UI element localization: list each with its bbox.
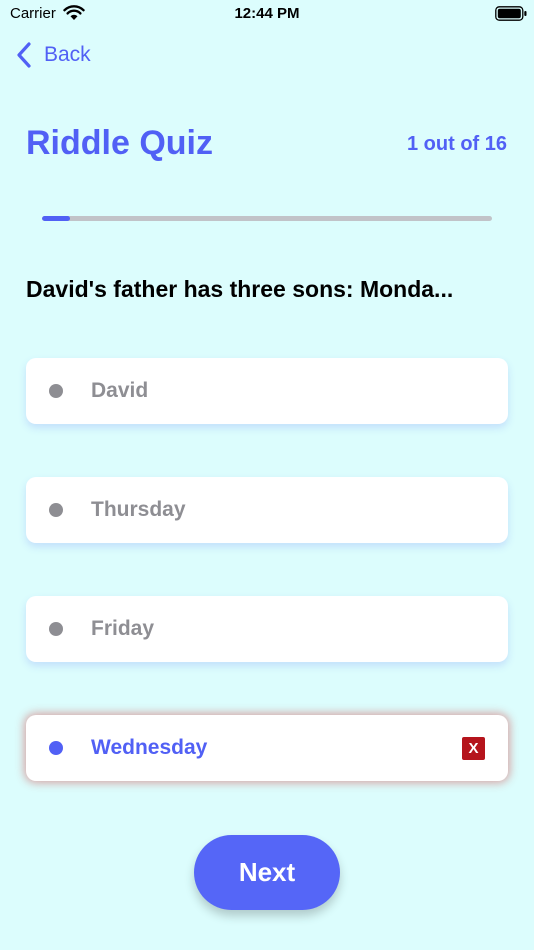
wrong-answer-icon: X: [462, 737, 485, 760]
answer-option-wednesday[interactable]: Wednesday X: [26, 715, 508, 781]
status-bar: Carrier 12:44 PM: [0, 0, 534, 28]
progress-count: 1 out of 16: [406, 133, 507, 155]
answer-option-friday[interactable]: Friday: [26, 596, 508, 662]
radio-dot-icon: [49, 384, 63, 398]
answer-option-thursday[interactable]: Thursday: [26, 477, 508, 543]
clock: 12:44 PM: [234, 5, 300, 22]
chevron-left-icon: [17, 42, 31, 68]
answer-label: Friday: [91, 617, 155, 640]
back-button[interactable]: Back: [16, 40, 91, 70]
back-label: Back: [44, 43, 91, 66]
next-button[interactable]: Next: [194, 835, 340, 910]
radio-dot-icon: [49, 741, 63, 755]
answer-label: Thursday: [91, 498, 186, 521]
progress-fill: [42, 216, 71, 221]
answer-label: David: [91, 379, 149, 402]
page-title: Riddle Quiz: [26, 124, 213, 162]
battery-icon: [495, 6, 527, 21]
radio-dot-icon: [49, 622, 63, 636]
answer-option-david[interactable]: David: [26, 358, 508, 424]
question-text: David's father has three sons: Monda...: [26, 276, 454, 302]
radio-dot-icon: [49, 503, 63, 517]
progress-bar: [42, 216, 492, 221]
answer-label: Wednesday: [91, 736, 208, 759]
